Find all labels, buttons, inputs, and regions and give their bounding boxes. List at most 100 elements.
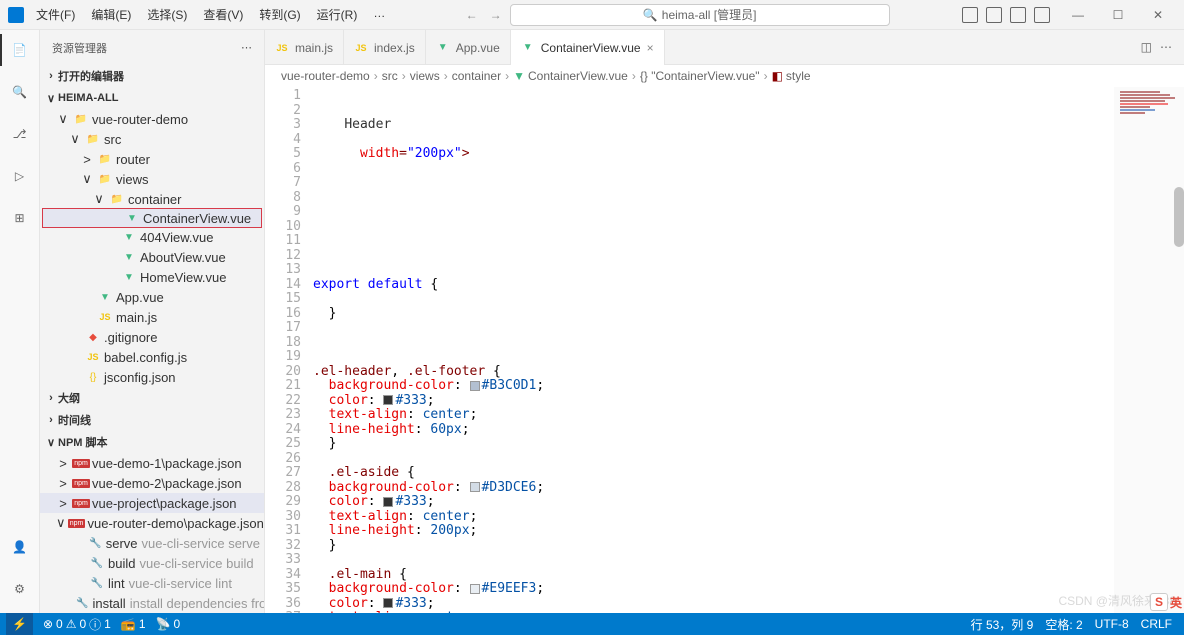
tab-more-icon[interactable]: ⋯	[1160, 40, 1172, 54]
npm-script-item[interactable]: ∨npmvue-router-demo\package.json	[40, 513, 264, 533]
minimap[interactable]	[1114, 87, 1184, 613]
breadcrumb-item[interactable]: ▼ ContainerView.vue	[513, 69, 628, 83]
code-line[interactable]	[313, 89, 1114, 104]
tree-item[interactable]: ▼HomeView.vue	[40, 267, 264, 287]
code-line[interactable]: color: #333;	[313, 495, 1114, 510]
code-line[interactable]	[313, 336, 1114, 351]
status-radio[interactable]: 📻 1	[121, 617, 146, 631]
tree-item[interactable]: ◆.gitignore	[40, 327, 264, 347]
code-line[interactable]: export default {	[313, 278, 1114, 293]
editor-tab[interactable]: ▼App.vue	[426, 30, 511, 65]
tab-close-icon[interactable]: ×	[647, 41, 654, 55]
activity-debug-icon[interactable]: ▷	[8, 164, 32, 188]
tree-item[interactable]: ▼App.vue	[40, 287, 264, 307]
code-line[interactable]	[313, 205, 1114, 220]
close-button[interactable]: ✕	[1138, 0, 1178, 30]
sidebar-more-icon[interactable]: ⋯	[241, 41, 252, 54]
maximize-button[interactable]: ☐	[1098, 0, 1138, 30]
section-outline[interactable]: ›大纲	[40, 387, 264, 409]
split-editor-icon[interactable]: ◫	[1141, 40, 1152, 54]
npm-script-item[interactable]: 🔧lint vue-cli-service lint	[40, 573, 264, 593]
breadcrumb-item[interactable]: container	[452, 69, 501, 83]
activity-git-icon[interactable]: ⎇	[8, 122, 32, 146]
remote-indicator[interactable]: ⚡	[6, 613, 33, 635]
status-spaces[interactable]: 空格: 2	[1045, 616, 1082, 633]
code-line[interactable]	[313, 104, 1114, 119]
nav-forward-icon[interactable]: →	[490, 8, 502, 22]
code-line[interactable]: background-color: #E9EEF3;	[313, 582, 1114, 597]
code-line[interactable]: }	[313, 437, 1114, 452]
minimize-button[interactable]: —	[1058, 0, 1098, 30]
breadcrumb[interactable]: vue-router-demo›src›views›container›▼ Co…	[265, 65, 1184, 87]
code-line[interactable]	[313, 452, 1114, 467]
tree-item[interactable]: ∨📁vue-router-demo	[40, 109, 264, 129]
code-line[interactable]	[313, 234, 1114, 249]
menu-item[interactable]: 转到(G)	[251, 2, 308, 27]
tree-item[interactable]: ▼AboutView.vue	[40, 247, 264, 267]
editor-tab[interactable]: ▼ContainerView.vue×	[511, 30, 665, 65]
layout-icon-1[interactable]	[962, 7, 978, 23]
layout-icon-3[interactable]	[1010, 7, 1026, 23]
code-line[interactable]	[313, 191, 1114, 206]
activity-settings-icon[interactable]: ⚙	[8, 577, 32, 601]
menu-item[interactable]: 运行(R)	[309, 2, 366, 27]
breadcrumb-item[interactable]: vue-router-demo	[281, 69, 370, 83]
menu-item[interactable]: 选择(S)	[139, 2, 195, 27]
code-line[interactable]	[313, 176, 1114, 191]
editor-tab[interactable]: JSindex.js	[344, 30, 426, 65]
npm-script-item[interactable]: >npmvue-demo-2\package.json	[40, 473, 264, 493]
section-timeline[interactable]: ›时间线	[40, 409, 264, 431]
code-line[interactable]: color: #333;	[313, 394, 1114, 409]
code-line[interactable]: .el-header, .el-footer {	[313, 365, 1114, 380]
menu-item[interactable]: 查看(V)	[195, 2, 251, 27]
code-line[interactable]: background-color: #D3DCE6;	[313, 481, 1114, 496]
code-line[interactable]: }	[313, 539, 1114, 554]
breadcrumb-item[interactable]: {} "ContainerView.vue"	[640, 69, 760, 83]
code-line[interactable]: </span>	[313, 263, 1114, 278]
code-line[interactable]	[313, 162, 1114, 177]
menu-item[interactable]: 文件(F)	[28, 2, 83, 27]
code-line[interactable]: Header	[313, 118, 1114, 133]
code-line[interactable]: }	[313, 307, 1114, 322]
code-line[interactable]	[313, 220, 1114, 235]
code-line[interactable]: text-align: center;	[313, 510, 1114, 525]
code-line[interactable]: line-height: 200px;	[313, 524, 1114, 539]
activity-account-icon[interactable]: 👤	[8, 535, 32, 559]
tree-item[interactable]: ∨📁views	[40, 169, 264, 189]
tree-item[interactable]: JSmain.js	[40, 307, 264, 327]
tree-item[interactable]: ∨📁src	[40, 129, 264, 149]
nav-back-icon[interactable]: ←	[466, 8, 478, 22]
tree-item[interactable]: {}jsconfig.json	[40, 367, 264, 387]
code-line[interactable]	[313, 292, 1114, 307]
activity-explorer-icon[interactable]: 📄	[8, 38, 32, 62]
section-open-editors[interactable]: ›打开的编辑器	[40, 65, 264, 87]
code-line[interactable]: .el-main {	[313, 568, 1114, 583]
command-center-search[interactable]: 🔍 heima-all [管理员]	[510, 4, 890, 26]
code-line[interactable]: width="200px">	[313, 147, 1114, 162]
breadcrumb-item[interactable]: src	[382, 69, 398, 83]
code-line[interactable]: background-color: #B3C0D1;	[313, 379, 1114, 394]
code-line[interactable]	[313, 321, 1114, 336]
code-line[interactable]: color: #333;	[313, 597, 1114, 612]
status-encoding[interactable]: UTF-8	[1095, 617, 1129, 631]
code-editor[interactable]: 1234567891011121314151617181920212223242…	[265, 87, 1184, 613]
layout-icon-4[interactable]	[1034, 7, 1050, 23]
breadcrumb-item[interactable]: ◧ style	[772, 69, 811, 83]
code-line[interactable]: text-align: center;	[313, 611, 1114, 613]
tree-item[interactable]: ▼404View.vue	[40, 227, 264, 247]
npm-script-item[interactable]: 🔧build vue-cli-service build	[40, 553, 264, 573]
layout-icon-2[interactable]	[986, 7, 1002, 23]
menu-item[interactable]: …	[365, 2, 393, 27]
activity-search-icon[interactable]: 🔍	[8, 80, 32, 104]
section-workspace[interactable]: ∨HEIMA-ALL	[40, 87, 264, 109]
code-line[interactable]: text-align: center;	[313, 408, 1114, 423]
npm-script-item[interactable]: 🔧serve vue-cli-service serve	[40, 533, 264, 553]
status-problems[interactable]: ⊗0 ⚠0 ⓘ1	[43, 616, 111, 633]
code-line[interactable]: .el-aside {	[313, 466, 1114, 481]
code-line[interactable]	[313, 553, 1114, 568]
ime-indicator-icon[interactable]: S	[1150, 593, 1168, 611]
section-npm-scripts[interactable]: ∨NPM 脚本	[40, 431, 264, 453]
menu-item[interactable]: 编辑(E)	[83, 2, 139, 27]
editor-scrollbar[interactable]	[1174, 187, 1184, 247]
code-line[interactable]	[313, 133, 1114, 148]
